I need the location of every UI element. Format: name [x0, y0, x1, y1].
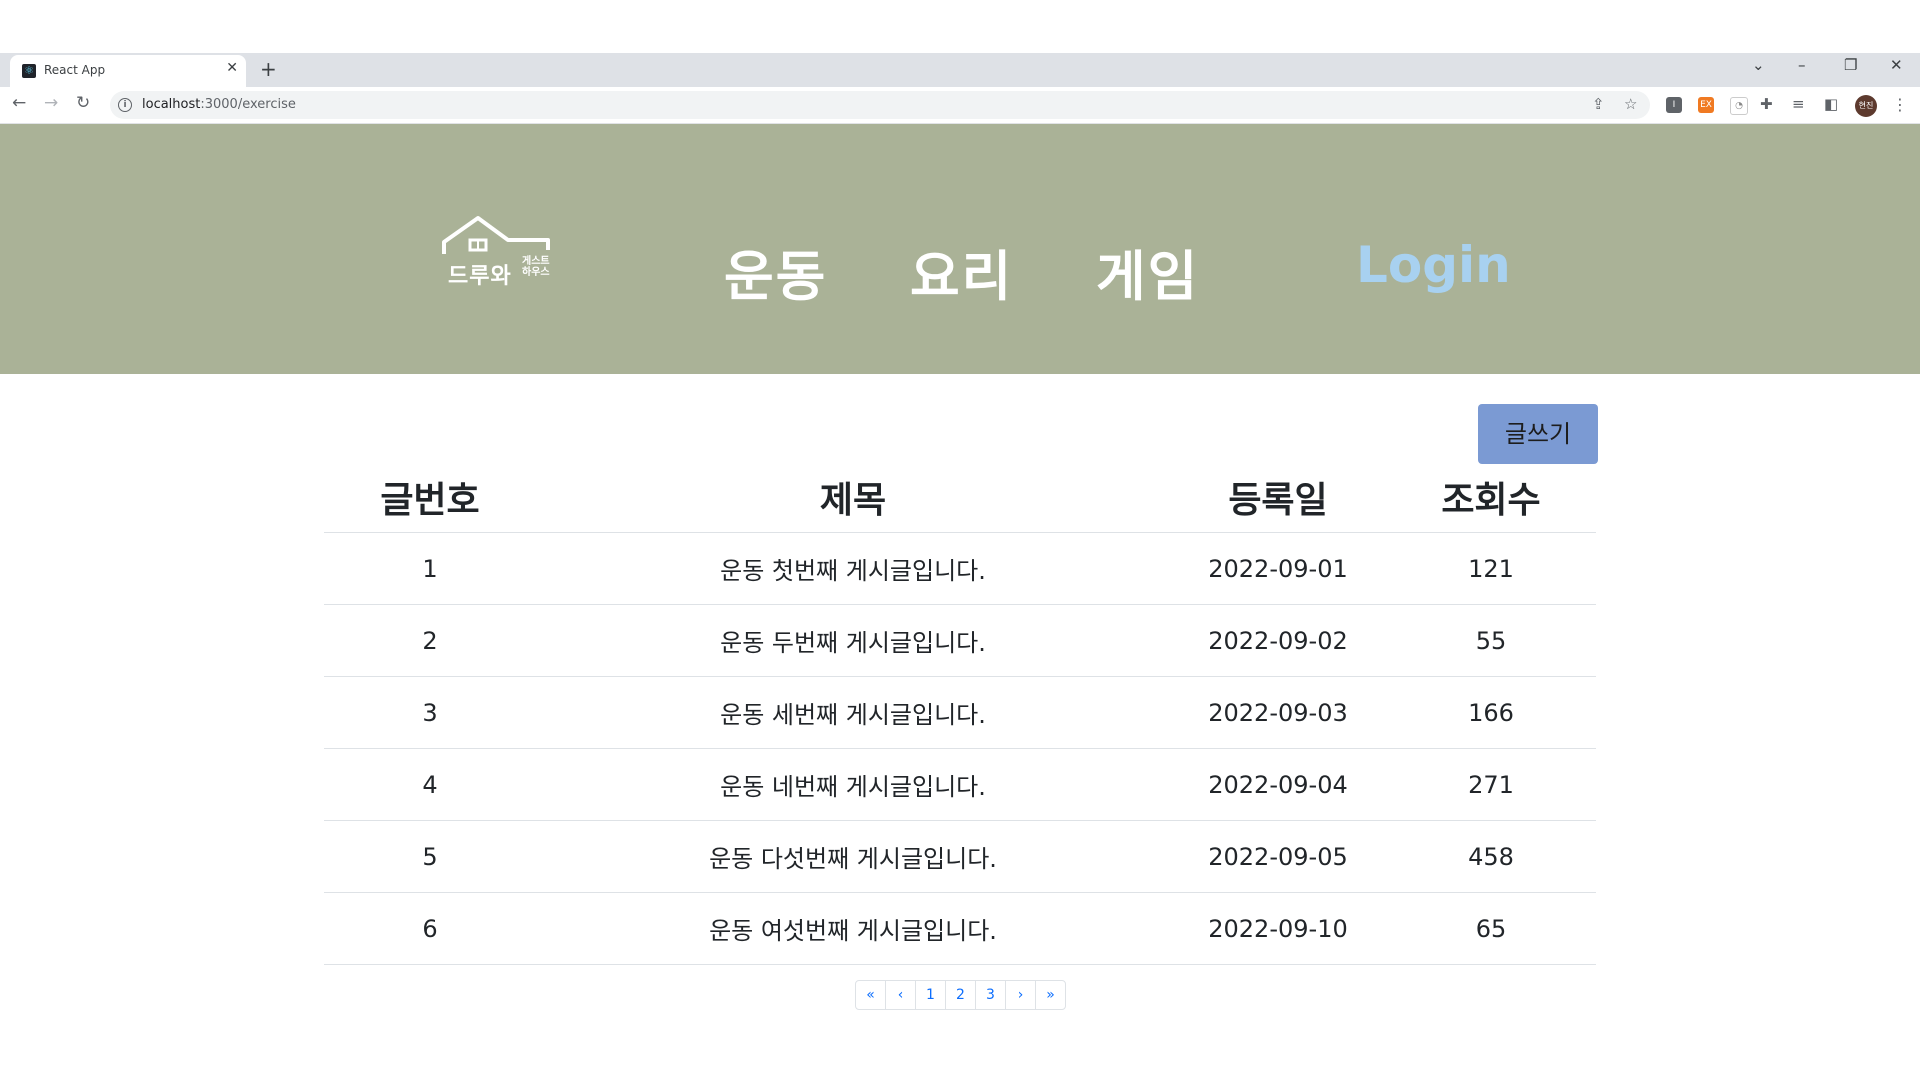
- table-row[interactable]: 5 운동 다섯번째 게시글입니다. 2022-09-05 458: [324, 820, 1596, 893]
- post-title[interactable]: 운동 두번째 게시글입니다.: [536, 604, 1170, 677]
- profile-avatar[interactable]: 현진: [1855, 95, 1877, 117]
- post-table: 글번호 제목 등록일 조회수 1 운동 첫번째 게시글입니다. 2022-09-…: [324, 462, 1596, 965]
- post-views: 166: [1386, 676, 1596, 749]
- page-next-button[interactable]: ›: [1005, 980, 1036, 1010]
- table-row[interactable]: 1 운동 첫번째 게시글입니다. 2022-09-01 121: [324, 532, 1596, 605]
- url-host: localhost: [142, 97, 201, 112]
- nav-cooking[interactable]: 요리: [910, 232, 1013, 311]
- post-title[interactable]: 운동 네번째 게시글입니다.: [536, 748, 1170, 821]
- reload-icon[interactable]: ↻: [76, 93, 90, 113]
- react-favicon-icon: ⚛: [22, 64, 36, 78]
- page-first-button[interactable]: «: [855, 980, 886, 1010]
- tab-title: React App: [44, 63, 106, 77]
- browser-tab[interactable]: ⚛ React App ✕: [10, 55, 246, 87]
- post-date: 2022-09-10: [1170, 892, 1386, 965]
- pagination: « ‹ 1 2 3 › »: [855, 980, 1066, 1010]
- post-number: 3: [324, 676, 536, 749]
- post-date: 2022-09-03: [1170, 676, 1386, 749]
- logo-text: 드루와: [448, 264, 512, 289]
- post-date: 2022-09-05: [1170, 820, 1386, 893]
- login-link[interactable]: Login: [1356, 236, 1511, 294]
- page-2-button[interactable]: 2: [945, 980, 976, 1010]
- table-header-row: 글번호 제목 등록일 조회수: [324, 462, 1596, 533]
- post-views: 121: [1386, 532, 1596, 605]
- site-info-icon[interactable]: i: [118, 98, 132, 112]
- write-post-button[interactable]: 글쓰기: [1478, 404, 1598, 464]
- browser-menu-icon[interactable]: ⋮: [1892, 95, 1908, 114]
- post-date: 2022-09-04: [1170, 748, 1386, 821]
- browser-toolbar: ← → ↻ i localhost:3000/exercise ⇪ ☆ I EX…: [0, 87, 1920, 124]
- post-views: 458: [1386, 820, 1596, 893]
- table-row[interactable]: 4 운동 네번째 게시글입니다. 2022-09-04 271: [324, 748, 1596, 821]
- post-date: 2022-09-02: [1170, 604, 1386, 677]
- table-row[interactable]: 6 운동 여섯번째 게시글입니다. 2022-09-10 65: [324, 892, 1596, 965]
- table-row[interactable]: 2 운동 두번째 게시글입니다. 2022-09-02 55: [324, 604, 1596, 677]
- extension-1-icon[interactable]: I: [1666, 97, 1682, 113]
- url-text: localhost:3000/exercise: [142, 97, 296, 112]
- logo-subtext: 게스트 하우스: [522, 256, 550, 278]
- column-header-number: 글번호: [324, 462, 536, 533]
- forward-icon[interactable]: →: [44, 93, 58, 113]
- post-views: 65: [1386, 892, 1596, 965]
- page-3-button[interactable]: 3: [975, 980, 1006, 1010]
- column-header-views: 조회수: [1386, 462, 1596, 533]
- guesthouse-logo[interactable]: 드루와 게스트 하우스: [440, 214, 555, 294]
- page-1-button[interactable]: 1: [915, 980, 946, 1010]
- browser-tabstrip: ⚛ React App ✕ + ⌄ – ❐ ✕: [0, 53, 1920, 87]
- close-window-icon[interactable]: ✕: [1890, 56, 1903, 74]
- post-title[interactable]: 운동 다섯번째 게시글입니다.: [536, 820, 1170, 893]
- post-title[interactable]: 운동 여섯번째 게시글입니다.: [536, 892, 1170, 965]
- share-icon[interactable]: ⇪: [1592, 95, 1605, 113]
- page-prev-button[interactable]: ‹: [885, 980, 916, 1010]
- extension-2-icon[interactable]: EX: [1698, 97, 1714, 113]
- post-title[interactable]: 운동 세번째 게시글입니다.: [536, 676, 1170, 749]
- extensions-puzzle-icon[interactable]: ✚: [1760, 95, 1773, 113]
- restore-icon[interactable]: ❐: [1844, 56, 1857, 74]
- minimize-icon[interactable]: –: [1798, 56, 1806, 74]
- bookmark-star-icon[interactable]: ☆: [1624, 95, 1637, 113]
- tab-search-icon[interactable]: ⌄: [1752, 56, 1765, 74]
- close-tab-icon[interactable]: ✕: [226, 60, 238, 76]
- page-last-button[interactable]: »: [1035, 980, 1066, 1010]
- table-row[interactable]: 3 운동 세번째 게시글입니다. 2022-09-03 166: [324, 676, 1596, 749]
- column-header-date: 등록일: [1170, 462, 1386, 533]
- post-number: 5: [324, 820, 536, 893]
- column-header-title: 제목: [536, 462, 1170, 533]
- site-header: 드루와 게스트 하우스 운동 요리 게임 Login: [0, 124, 1920, 374]
- post-number: 1: [324, 532, 536, 605]
- extension-3-icon[interactable]: ◔: [1730, 97, 1748, 115]
- side-panel-icon[interactable]: ◧: [1824, 95, 1838, 113]
- post-date: 2022-09-01: [1170, 532, 1386, 605]
- media-control-icon[interactable]: ≡: [1792, 95, 1805, 113]
- post-views: 271: [1386, 748, 1596, 821]
- post-number: 2: [324, 604, 536, 677]
- new-tab-icon[interactable]: +: [260, 57, 277, 81]
- back-icon[interactable]: ←: [12, 93, 26, 113]
- address-input[interactable]: i localhost:3000/exercise ⇪ ☆: [110, 91, 1650, 119]
- post-title[interactable]: 운동 첫번째 게시글입니다.: [536, 532, 1170, 605]
- post-views: 55: [1386, 604, 1596, 677]
- post-number: 4: [324, 748, 536, 821]
- nav-exercise[interactable]: 운동: [724, 232, 827, 311]
- post-number: 6: [324, 892, 536, 965]
- nav-game[interactable]: 게임: [1096, 232, 1199, 311]
- url-path: :3000/exercise: [200, 97, 296, 112]
